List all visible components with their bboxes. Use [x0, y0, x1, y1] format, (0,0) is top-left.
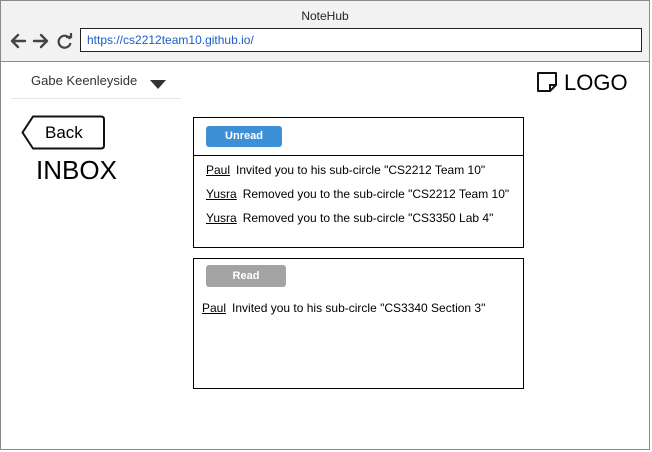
list-item[interactable]: Yusra Removed you to the sub-circle "CS33…: [206, 211, 493, 225]
back-arrow-icon[interactable]: [8, 31, 28, 53]
logo-text: LOGO: [564, 70, 628, 95]
dropdown-caret-icon[interactable]: [150, 77, 166, 95]
browser-titlebar: NoteHub https://cs2212team10.github.io/: [1, 1, 649, 62]
unread-panel-header: Unread: [194, 118, 523, 156]
unread-panel: Unread Paul Invited you to his sub-circle…: [193, 117, 524, 248]
sender-link[interactable]: Paul: [206, 163, 230, 177]
read-tab[interactable]: Read: [206, 265, 286, 287]
read-panel-header: Read: [194, 259, 523, 296]
address-bar[interactable]: https://cs2212team10.github.io/: [80, 28, 642, 52]
message-text: Removed you to the sub-circle "CS3350 La…: [242, 211, 494, 225]
user-name[interactable]: Gabe Keenleyside: [31, 73, 137, 88]
sender-link[interactable]: Paul: [202, 301, 226, 315]
list-item[interactable]: Paul Invited you to his sub-circle "CS221…: [206, 163, 485, 177]
unread-tab[interactable]: Unread: [206, 126, 282, 147]
message-text: Removed you to the sub-circle "CS2212 Te…: [242, 187, 510, 201]
message-text: Invited you to his sub-circle "CS2212 Te…: [236, 163, 486, 177]
forward-arrow-icon[interactable]: [31, 31, 51, 53]
reload-icon[interactable]: [56, 31, 76, 53]
list-item[interactable]: Yusra Removed you to the sub-circle "CS22…: [206, 187, 509, 201]
list-item[interactable]: Paul Invited you to his sub-circle "CS334…: [202, 301, 485, 315]
user-menu-divider: [11, 98, 181, 99]
logo-icon: [536, 71, 558, 98]
sender-link[interactable]: Yusra: [206, 211, 237, 225]
window-title: NoteHub: [301, 9, 349, 23]
back-button-label[interactable]: Back: [45, 123, 83, 143]
browser-window: NoteHub https://cs2212team10.github.io/ …: [0, 0, 650, 450]
message-text: Invited you to his sub-circle "CS3340 Se…: [232, 301, 486, 315]
read-panel: Read Paul Invited you to his sub-circle "…: [193, 258, 524, 389]
page-title: INBOX: [36, 155, 117, 185]
sender-link[interactable]: Yusra: [206, 187, 237, 201]
